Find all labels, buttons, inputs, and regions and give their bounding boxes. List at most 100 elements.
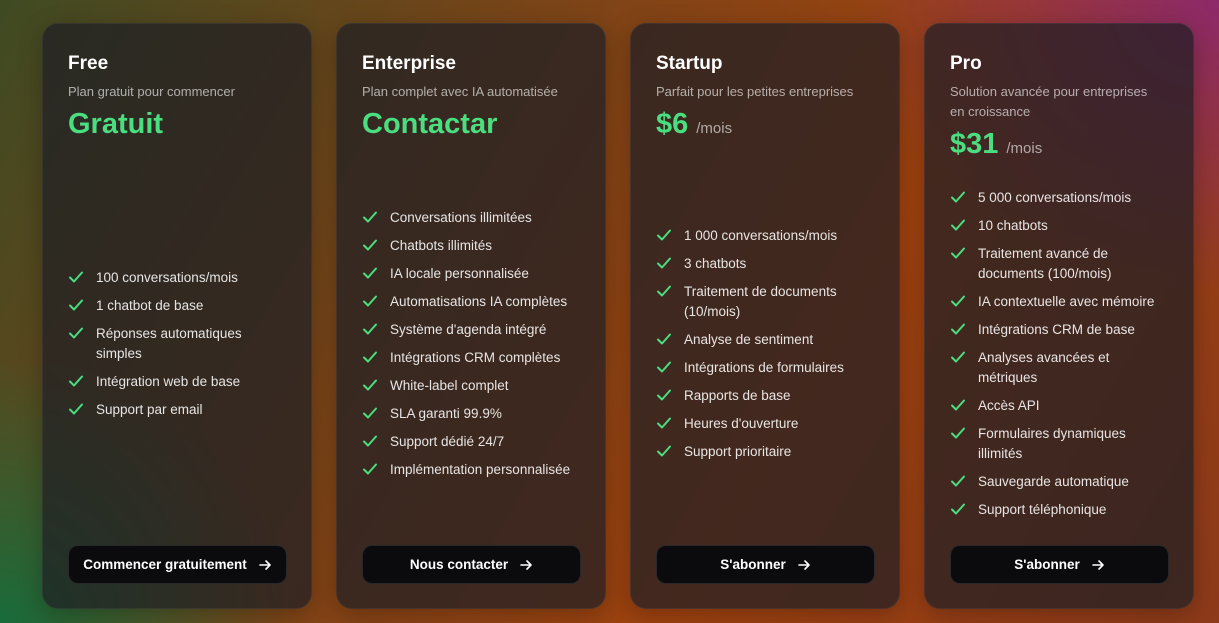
feature-item: Traitement avancé de documents (100/mois… [950,244,1175,284]
feature-text: Traitement de documents (10/mois) [684,284,837,319]
feature-text: Système d'agenda intégré [390,322,547,337]
plan-name: Free [68,53,109,74]
button-label: Nous contacter [409,557,509,572]
feature-text: Rapports de base [684,388,791,403]
arrow-right-icon [520,559,533,571]
feature-text: White-label complet [390,378,509,393]
feature-text: Formulaires dynamiques illimités [978,426,1126,461]
feature-item: Support par email [68,400,293,420]
feature-item: Conversations illimitées [362,208,587,228]
feature-text: 5 000 conversations/mois [978,190,1132,205]
feature-text: Accès API [978,398,1040,413]
check-icon [950,424,968,444]
plan-description: Plan gratuit pour commencer [68,84,235,99]
feature-text: 100 conversations/mois [96,270,238,285]
feature-text: 10 chatbots [978,218,1048,233]
feature-text: Analyses avancées et métriques [978,350,1110,385]
feature-item: Chatbots illimités [362,236,587,256]
arrow-right-icon [258,559,272,571]
plan-price: Contactar [362,108,498,140]
button-label: Commencer gratuitement [83,557,247,572]
check-icon [362,404,380,424]
feature-item: White-label complet [362,376,587,396]
feature-item: 1 000 conversations/mois [656,226,881,246]
feature-text: 3 chatbots [684,256,747,271]
check-icon [68,372,86,392]
feature-item: 5 000 conversations/mois [950,188,1175,208]
check-icon [68,296,86,316]
feature-item: Intégrations CRM complètes [362,348,587,368]
button-label: S'abonner [1014,557,1080,572]
arrow-right-icon [1091,559,1105,571]
feature-item: Support téléphonique [950,500,1175,520]
feature-list: Conversations illimitées Chatbots illimi… [362,208,587,488]
feature-item: Support dédié 24/7 [362,432,587,452]
feature-list: 1 000 conversations/mois 3 chatbots Trai… [656,226,881,470]
plan-card-startup: Startup Parfait pour les petites entrepr… [630,23,900,609]
feature-item: Support prioritaire [656,442,881,462]
check-icon [950,500,968,520]
feature-item: Rapports de base [656,386,881,406]
feature-item: Traitement de documents (10/mois) [656,282,881,322]
feature-item: Sauvegarde automatique [950,472,1175,492]
plan-name: Pro [950,53,982,74]
feature-item: Heures d'ouverture [656,414,881,434]
feature-item: Intégrations CRM de base [950,320,1175,340]
check-icon [362,264,380,284]
check-icon [656,442,674,462]
feature-item: SLA garanti 99.9% [362,404,587,424]
check-icon [950,320,968,340]
plan-description: Solution avancée pour entreprises en cro… [950,84,1148,119]
pricing-plans: Free Plan gratuit pour commencer Gratuit… [0,0,1219,623]
feature-text: IA locale personnalisée [390,266,529,281]
plan-period: /mois [696,120,733,137]
feature-text: Traitement avancé de documents (100/mois… [978,246,1112,281]
check-icon [362,460,380,480]
plan-price: Gratuit [68,108,164,140]
check-icon [362,376,380,396]
contact-us-button[interactable]: Nous contacter [362,545,581,584]
check-icon [656,282,674,302]
check-icon [656,330,674,350]
feature-list: 100 conversations/mois 1 chatbot de base… [68,268,293,428]
plan-price: $6 [656,108,689,140]
feature-item: Formulaires dynamiques illimités [950,424,1175,464]
feature-item: Analyses avancées et métriques [950,348,1175,388]
check-icon [656,386,674,406]
feature-item: Implémentation personnalisée [362,460,587,480]
check-icon [950,188,968,208]
feature-text: Support dédié 24/7 [390,434,505,449]
feature-item: Intégrations de formulaires [656,358,881,378]
check-icon [656,358,674,378]
feature-item: Automatisations IA complètes [362,292,587,312]
feature-text: Intégrations CRM de base [978,322,1135,337]
feature-item: Analyse de sentiment [656,330,881,350]
feature-item: 10 chatbots [950,216,1175,236]
subscribe-button[interactable]: S'abonner [950,545,1169,584]
feature-item: 1 chatbot de base [68,296,293,316]
feature-text: 1 000 conversations/mois [684,228,838,243]
feature-text: Sauvegarde automatique [978,474,1129,489]
feature-text: Support téléphonique [978,502,1107,517]
feature-item: 100 conversations/mois [68,268,293,288]
check-icon [656,226,674,246]
plan-description: Plan complet avec IA automatisée [362,84,558,99]
plan-card-pro: Pro Solution avancée pour entreprises en… [924,23,1194,609]
feature-item: Réponses automatiques simples [68,324,293,364]
check-icon [950,216,968,236]
check-icon [950,396,968,416]
plan-name: Startup [656,53,723,74]
check-icon [950,348,968,368]
check-icon [68,268,86,288]
feature-text: Heures d'ouverture [684,416,799,431]
plan-period: /mois [1006,140,1043,157]
arrow-right-icon [797,559,811,571]
feature-text: IA contextuelle avec mémoire [978,294,1155,309]
subscribe-button[interactable]: S'abonner [656,545,875,584]
check-icon [362,348,380,368]
start-free-button[interactable]: Commencer gratuitement [68,545,287,584]
feature-text: Conversations illimitées [390,210,532,225]
feature-text: Implémentation personnalisée [390,462,571,477]
feature-text: Analyse de sentiment [684,332,814,347]
feature-text: SLA garanti 99.9% [390,406,502,421]
